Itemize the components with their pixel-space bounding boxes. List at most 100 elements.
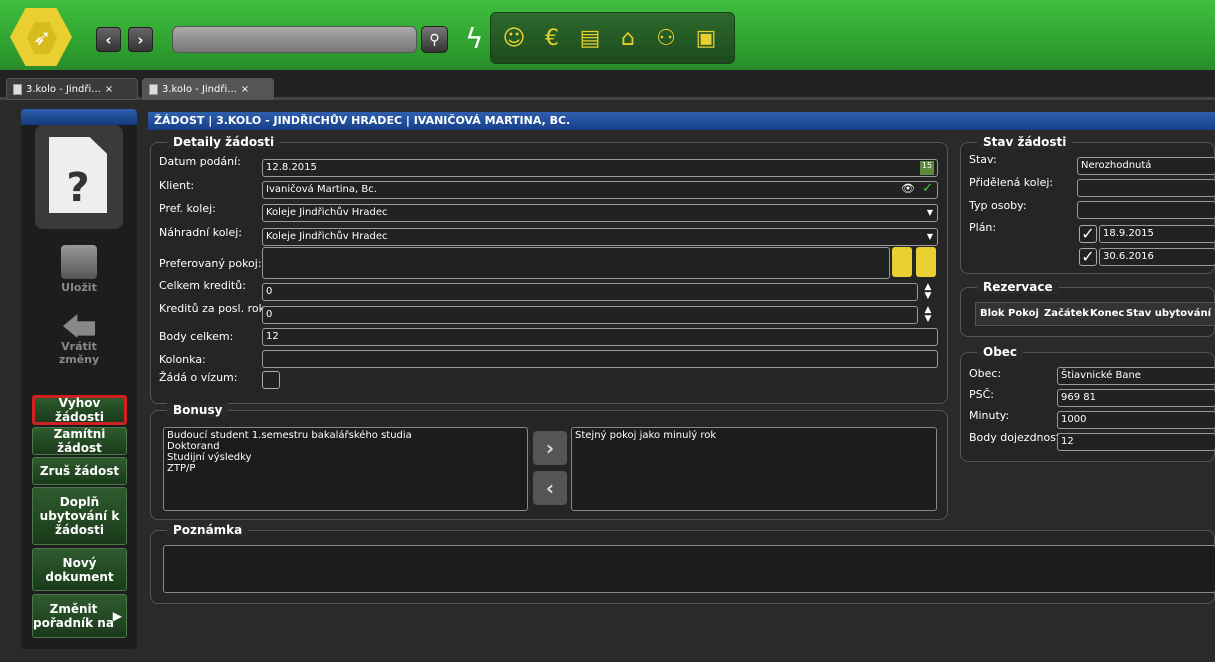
module-toolbar: ☺ € ▤ ⌂ ⚇ ▣	[490, 12, 735, 64]
money-icon[interactable]: €	[537, 23, 567, 53]
revert-action[interactable]: Vrátit změny	[35, 314, 123, 366]
search-input[interactable]	[172, 26, 417, 53]
points-value: 12	[266, 331, 279, 342]
add-accommodation-button[interactable]: Doplň ubytování k žádosti	[32, 487, 127, 545]
lightning-icon: ϟ	[465, 22, 484, 55]
close-icon[interactable]: ×	[105, 84, 113, 95]
commute-field[interactable]: 12	[1057, 433, 1215, 451]
eye-icon[interactable]: 👁	[901, 182, 915, 195]
psc-field[interactable]: 969 81	[1057, 389, 1215, 407]
client-field[interactable]: Ivaničová Martina, Bc. 👁 ✓	[262, 181, 938, 199]
list-item[interactable]: Studijní výsledky	[167, 452, 524, 463]
credits-last-spinner-icon[interactable]: ▲ ▼	[920, 306, 936, 324]
credits-spinner-icon[interactable]: ▲ ▼	[920, 283, 936, 301]
tab-request-2[interactable]: 3.kolo - Jindři... ×	[142, 78, 274, 100]
alt-dorm-select[interactable]: Koleje Jindřichův Hradec ▼	[262, 228, 938, 246]
minutes-field[interactable]: 1000	[1057, 411, 1215, 429]
building-pick-icon[interactable]	[892, 247, 912, 277]
pref-room-field[interactable]	[262, 247, 890, 279]
column-header[interactable]: Blok	[980, 308, 1005, 319]
points-field[interactable]: 12	[262, 328, 938, 346]
application: ➶ ‹ › ⚲ ϟ ☺ € ▤ ⌂ ⚇ ▣ 3.kolo - Jindři...…	[0, 0, 1215, 662]
note-title: Poznámka	[167, 523, 249, 537]
plan-from-value: 18.9.2015	[1103, 228, 1154, 239]
app-logo[interactable]: ➶	[10, 8, 72, 66]
add-bonus-button[interactable]: ›	[533, 431, 567, 465]
list-item[interactable]: Budoucí student 1.semestru bakalářského …	[167, 430, 524, 441]
monitor-icon[interactable]: ▣	[691, 23, 721, 53]
page-title: ŽÁDOST | 3.KOLO - JINDŘICHŮV HRADEC | IV…	[148, 112, 1215, 130]
available-bonuses-list[interactable]: Budoucí student 1.semestru bakalářského …	[163, 427, 528, 511]
search-button[interactable]: ⚲	[421, 26, 448, 53]
column-field[interactable]	[262, 350, 938, 368]
building-icon[interactable]: ⌂	[613, 23, 643, 53]
forward-button[interactable]: ›	[128, 27, 153, 52]
person-icon[interactable]: ☺	[499, 23, 529, 53]
person-type-label: Typ osoby:	[969, 199, 1027, 212]
undo-arrow-icon	[63, 314, 95, 338]
tab-request-1[interactable]: 3.kolo - Jindři... ×	[6, 78, 138, 100]
minutes-label: Minuty:	[969, 409, 1010, 422]
status-title: Stav žádosti	[977, 135, 1073, 149]
list-icon[interactable]: ▤	[575, 23, 605, 53]
assigned-dorm-field[interactable]	[1077, 179, 1215, 197]
psc-value: 969 81	[1061, 392, 1096, 403]
column-header[interactable]: Konec	[1090, 308, 1124, 319]
change-queue-button[interactable]: Změnit pořadník na ▶	[32, 594, 127, 638]
pref-dorm-value: Koleje Jindřichův Hradec	[266, 207, 388, 218]
obec-label: Obec:	[969, 367, 1002, 380]
plan-to-field[interactable]: 30.6.2016	[1099, 248, 1215, 266]
note-textarea[interactable]	[163, 545, 1215, 593]
plan-to-value: 30.6.2016	[1103, 251, 1154, 262]
cancel-request-button[interactable]: Zruš žádost	[32, 457, 127, 485]
list-item[interactable]: Stejný pokoj jako minulý rok	[575, 430, 933, 441]
chevron-right-icon: ▶	[112, 609, 122, 623]
credits-last-value: 0	[266, 309, 273, 320]
date-label: Datum podání:	[159, 155, 241, 168]
action-sidebar: ? Uložit Vrátit změny Vyhov žádosti Zamí…	[21, 109, 137, 649]
column-header[interactable]: Pokoj	[1008, 308, 1039, 319]
plan-to-checkbox[interactable]: ✓	[1079, 248, 1097, 266]
commute-value: 12	[1061, 436, 1074, 447]
credits-field[interactable]: 0	[262, 283, 918, 301]
psc-label: PSČ:	[969, 388, 995, 401]
people-ab-icon[interactable]: ⚇	[651, 23, 681, 53]
pref-dorm-select[interactable]: Koleje Jindřichův Hradec ▼	[262, 204, 938, 222]
reject-request-button[interactable]: Zamítni žádost	[32, 427, 127, 455]
reservation-table-header: Blok Pokoj Začátek Konec Stav ubytování	[975, 302, 1215, 326]
chevron-left-icon: ‹	[545, 476, 555, 500]
person-type-field[interactable]	[1077, 201, 1215, 219]
back-button[interactable]: ‹	[96, 27, 121, 52]
details-title: Detaily žádosti	[167, 135, 281, 149]
client-value: Ivaničová Martina, Bc.	[266, 184, 377, 195]
checkmark-icon: ✓	[922, 181, 933, 196]
assigned-dorm-label: Přidělená kolej:	[969, 176, 1054, 189]
column-header[interactable]: Začátek	[1044, 308, 1089, 319]
credits-last-field[interactable]: 0	[262, 306, 918, 324]
state-field[interactable]: Nerozhodnutá	[1077, 157, 1215, 175]
remove-bonus-button[interactable]: ‹	[533, 471, 567, 505]
list-item[interactable]: Doktorand	[167, 441, 524, 452]
selected-bonuses-list[interactable]: Stejný pokoj jako minulý rok	[571, 427, 937, 511]
room-pick-icon[interactable]	[916, 247, 936, 277]
top-bar: ➶ ‹ › ⚲ ϟ ☺ € ▤ ⌂ ⚇ ▣	[0, 0, 1215, 70]
calendar-icon[interactable]: 15	[920, 161, 934, 175]
column-label: Kolonka:	[159, 353, 206, 366]
details-group: Detaily žádosti Datum podání: 12.8.2015 …	[150, 135, 948, 404]
visa-checkbox[interactable]	[262, 371, 280, 389]
request-detail: ŽÁDOST | 3.KOLO - JINDŘICHŮV HRADEC | IV…	[148, 112, 1215, 652]
approve-request-button[interactable]: Vyhov žádosti	[32, 395, 127, 425]
close-icon[interactable]: ×	[241, 84, 249, 95]
document-icon	[13, 83, 22, 95]
new-document-button[interactable]: Nový dokument	[32, 548, 127, 591]
column-header[interactable]: Stav ubytování	[1126, 308, 1211, 319]
plan-from-field[interactable]: 18.9.2015	[1099, 225, 1215, 243]
save-action[interactable]: Uložit	[35, 245, 123, 294]
obec-field[interactable]: Štiavnické Bane	[1057, 367, 1215, 385]
plan-from-checkbox[interactable]: ✓	[1079, 225, 1097, 243]
credits-value: 0	[266, 286, 273, 297]
list-item[interactable]: ZTP/P	[167, 463, 524, 474]
date-field[interactable]: 12.8.2015 15	[262, 159, 938, 177]
status-group: Stav žádosti Stav: Nerozhodnutá Přidělen…	[960, 135, 1215, 274]
chevron-down-icon: ▼	[926, 208, 933, 217]
